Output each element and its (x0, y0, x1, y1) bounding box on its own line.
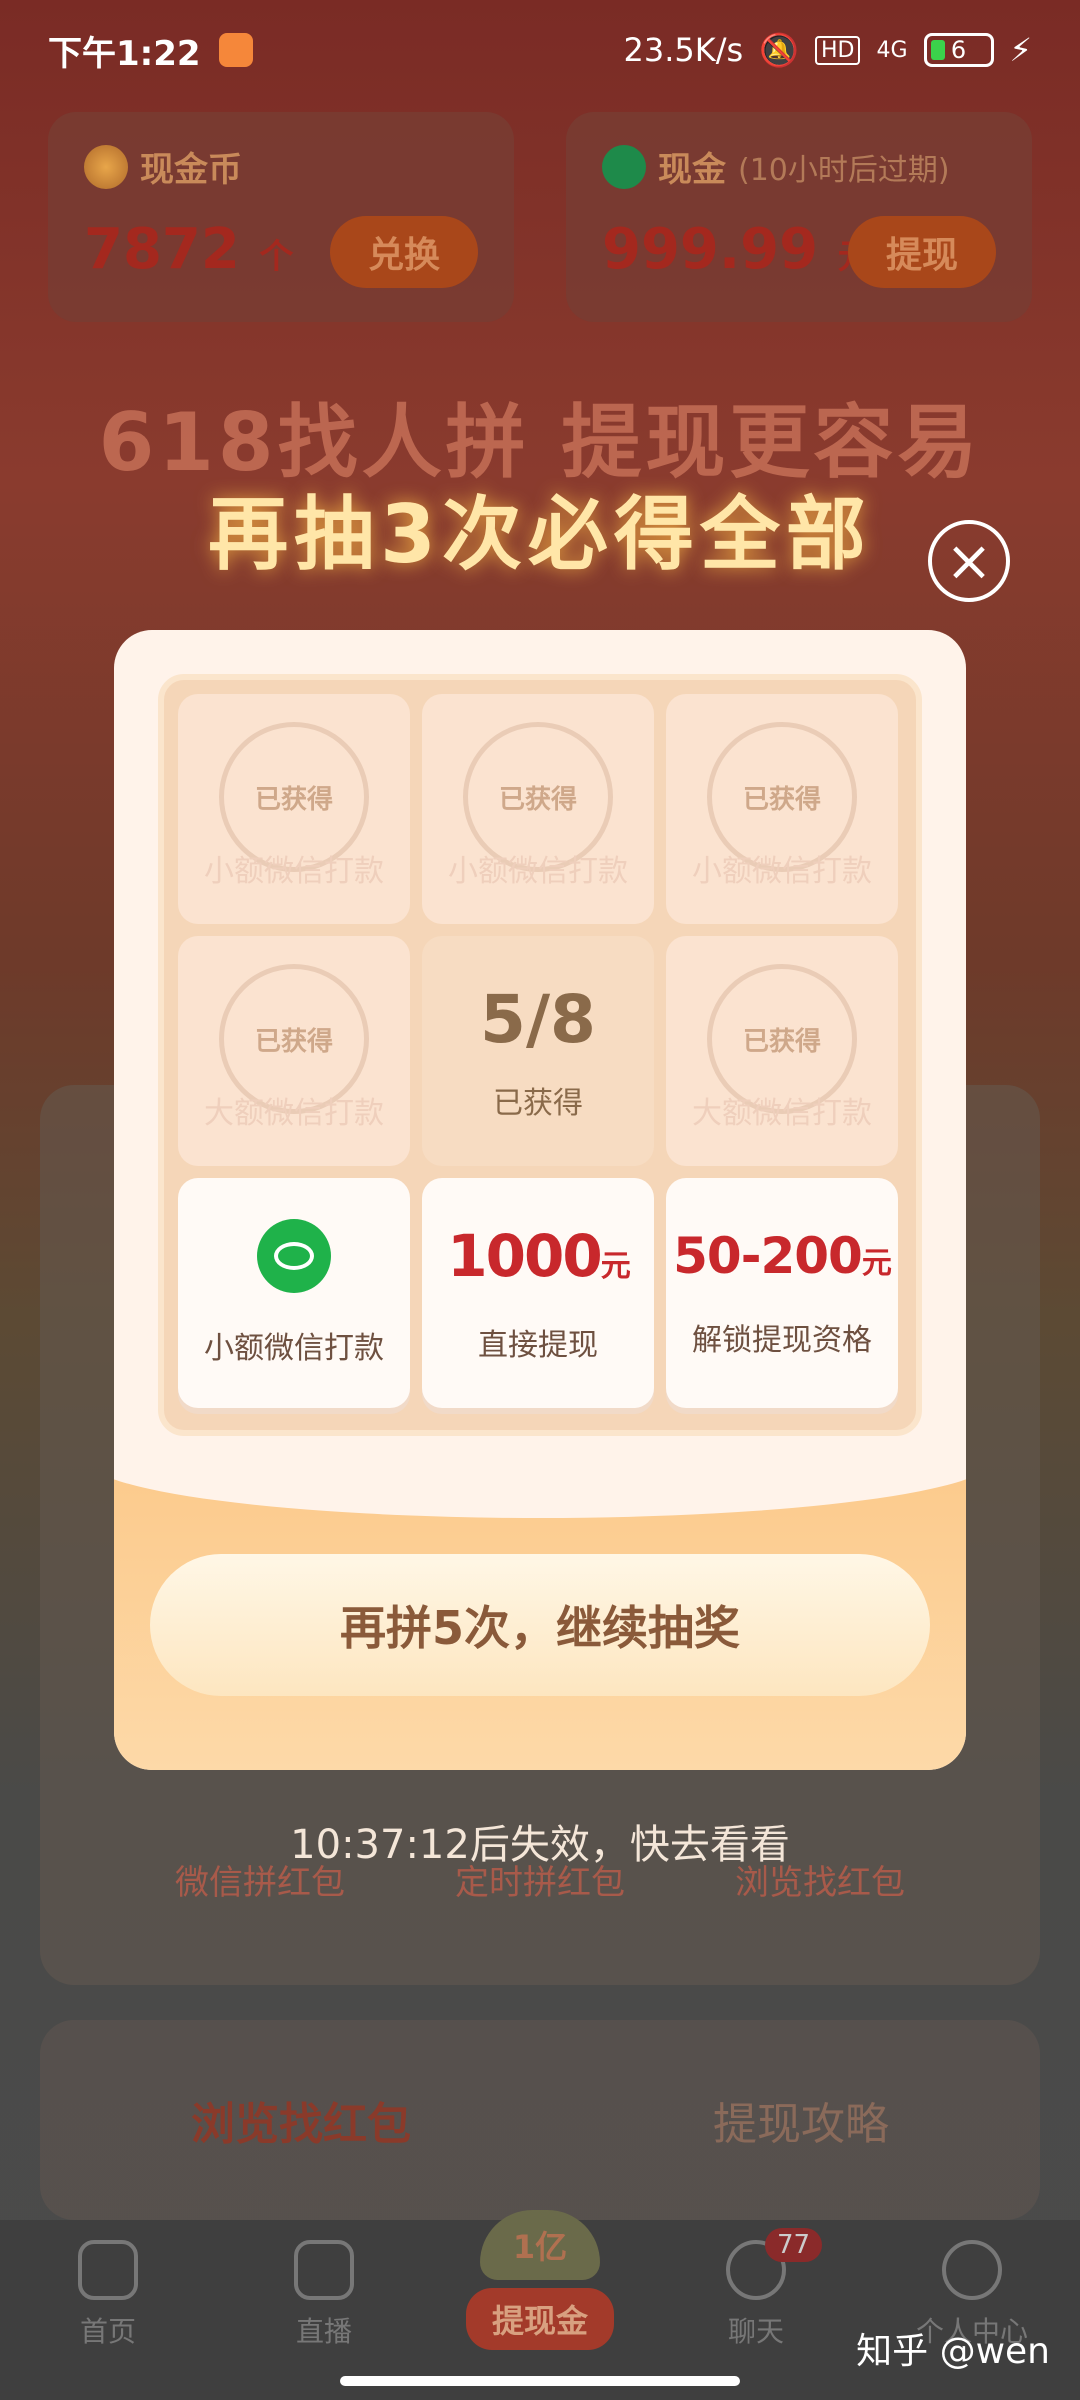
exchange-button[interactable]: 兑换 (330, 216, 478, 288)
prize-cell-obtained: 已获得 小额微信打款 (666, 694, 898, 924)
wechat-pay-icon (257, 1219, 331, 1293)
prize-caption: 直接提现 (478, 1328, 598, 1363)
background-tabs: 浏览找红包 提现攻略 (40, 2020, 1040, 2220)
battery-icon: 6 (923, 33, 994, 67)
coin-label: 现金币 (84, 142, 478, 191)
nav-live[interactable]: 直播 (249, 2240, 399, 2350)
nav-home-label: 首页 (79, 2315, 136, 2348)
continue-draw-button[interactable]: 再拼5次，继续抽奖 (150, 1554, 930, 1696)
charging-icon: ⚡ (1009, 31, 1032, 69)
prize-amount: 1000元 (447, 1222, 631, 1290)
home-icon (78, 2240, 138, 2300)
prize-cell-wechat-small: 小额微信打款 (178, 1178, 410, 1408)
battery-level: 6 (950, 36, 967, 64)
prize-cell-obtained: 已获得 小额微信打款 (178, 694, 410, 924)
prize-cell-obtained: 已获得 大额微信打款 (666, 936, 898, 1166)
tab-withdraw-guide: 提现攻略 (713, 2099, 889, 2150)
prize-amount-unit: 元 (861, 1246, 892, 1281)
withdraw-button[interactable]: 提现 (848, 216, 996, 288)
prize-caption: 解锁提现资格 (692, 1323, 872, 1358)
signal-icon: 4G (876, 37, 908, 63)
prize-amount: 50-200元 (673, 1227, 892, 1285)
network-speed: 23.5K/s (623, 31, 744, 69)
tv-icon (294, 2240, 354, 2300)
prize-name: 大额微信打款 (204, 1096, 384, 1131)
close-button[interactable]: × (928, 520, 1010, 602)
watermark: 知乎 @wen (856, 2331, 1050, 2372)
prize-cell-obtained: 已获得 小额微信打款 (422, 694, 654, 924)
tab-browse-red-packet: 浏览找红包 (191, 2099, 411, 2150)
prize-name: 小额微信打款 (204, 854, 384, 889)
hd-icon: HD (815, 35, 861, 65)
wechat-icon (602, 144, 646, 189)
coin-card: 现金币 7872 个 兑换 (48, 112, 514, 322)
expire-countdown: 10:37:12后失效，快去看看 (290, 1822, 790, 1868)
prize-name: 小额微信打款 (692, 854, 872, 889)
coin-amount: 7872 (84, 217, 240, 282)
draw-headline: 再抽3次必得全部 (208, 488, 872, 581)
prize-cell-obtained: 已获得 大额微信打款 (178, 936, 410, 1166)
nav-home[interactable]: 首页 (33, 2240, 183, 2350)
status-bar: 下午1:22 23.5K/s 🔕 HD 4G 6 ⚡ (0, 0, 1080, 100)
coin-title: 现金币 (140, 150, 242, 190)
prize-name: 大额微信打款 (692, 1096, 872, 1131)
prize-amount-unit: 元 (600, 1249, 631, 1284)
coin-unit: 个 (259, 237, 294, 277)
nav-live-label: 直播 (295, 2315, 352, 2348)
nav-chat-label: 聊天 (727, 2315, 784, 2348)
cash-label: 现金 (10小时后过期) (602, 142, 996, 191)
coin-icon (84, 144, 128, 189)
app-notification-icon (218, 33, 253, 67)
prize-cell-1000: 1000元 直接提现 (422, 1178, 654, 1408)
prize-caption: 小额微信打款 (204, 1331, 384, 1366)
progress-cell: 5/8 已获得 (422, 936, 654, 1166)
nav-withdraw[interactable]: 1亿 提现金 (465, 2210, 615, 2350)
nav-chat[interactable]: 77 聊天 (681, 2228, 831, 2350)
cash-title: 现金 (658, 150, 726, 190)
home-indicator[interactable] (340, 2376, 740, 2386)
status-time: 下午1:22 (48, 33, 201, 74)
cash-expiry-note: (10小时后过期) (738, 152, 950, 188)
prize-cell-unlock: 50-200元 解锁提现资格 (666, 1178, 898, 1408)
prize-grid: 已获得 小额微信打款 已获得 小额微信打款 已获得 小额微信打款 已获得 大额微… (158, 674, 922, 1436)
cash-card: 现金 (10小时后过期) 999.99 元 提现 (566, 112, 1032, 322)
progress-count: 5/8 (480, 980, 596, 1058)
mute-icon: 🔕 (759, 31, 799, 69)
close-icon: × (945, 528, 993, 594)
status-right: 23.5K/s 🔕 HD 4G 6 ⚡ (623, 31, 1032, 69)
progress-label: 已获得 (493, 1085, 583, 1121)
nav-center-badge: 1亿 (480, 2210, 600, 2280)
chat-badge: 77 (765, 2228, 823, 2262)
prize-amount-value: 50-200 (673, 1227, 863, 1285)
prize-name: 小额微信打款 (448, 854, 628, 889)
lottery-modal: 已获得 小额微信打款 已获得 小额微信打款 已获得 小额微信打款 已获得 大额微… (114, 630, 966, 1770)
prize-amount-value: 1000 (447, 1222, 602, 1290)
nav-withdraw-label: 提现金 (465, 2288, 614, 2350)
profile-icon (942, 2240, 1002, 2300)
cash-amount: 999.99 (602, 217, 819, 282)
